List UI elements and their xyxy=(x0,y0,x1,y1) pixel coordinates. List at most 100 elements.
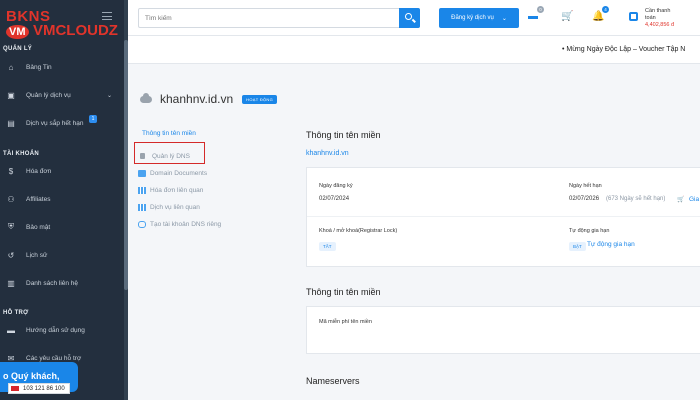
auto-renew-tag[interactable]: BẬT xyxy=(569,242,586,251)
menu-item-label: Tạo tài khoản DNS riêng xyxy=(150,220,222,228)
auto-renew-link[interactable]: Tự động gia hạn xyxy=(587,241,635,248)
watermark-badge: VM xyxy=(6,25,29,39)
exp-date-label: Ngày hết hạn xyxy=(569,183,602,189)
menu-item-dns-account[interactable]: Tạo tài khoản DNS riêng xyxy=(138,218,221,230)
sidebar-item-label: Danh sách liên hệ xyxy=(26,279,79,287)
hotline-number: 103 121 86 100 xyxy=(23,385,65,392)
sidebar-item-label: Quản lý dịch vụ xyxy=(26,91,71,99)
status-badge: HOẠT ĐỘNG xyxy=(242,94,278,104)
expiring-badge: 1 xyxy=(89,115,97,123)
messages-icon[interactable]: ▬ 0 xyxy=(527,6,544,23)
cloud-icon xyxy=(140,92,152,103)
sidebar-item-invoices[interactable]: $ Hóa đơn xyxy=(0,162,124,180)
sidebar-item-guide[interactable]: ▬ Hướng dẫn sử dụng xyxy=(0,321,124,339)
search-input[interactable] xyxy=(145,12,395,25)
auto-renew-label: Tự động gia hạn xyxy=(569,228,610,234)
services-grid-icon xyxy=(138,203,146,211)
nameservers-title: Nameservers xyxy=(306,376,360,386)
sidebar-item-label: Bảo mật xyxy=(26,223,51,231)
contacts-icon: ▥ xyxy=(7,278,15,288)
sidebar-item-history[interactable]: ↺ Lịch sử xyxy=(0,246,124,264)
domain-menu-title[interactable]: Thông tin tên miền xyxy=(142,130,196,137)
messages-badge: 0 xyxy=(537,6,544,13)
sidebar: BKNS VM VMCLOUDZ QUẢN LÝ ⌂ Bảng Tin ▣ Qu… xyxy=(0,0,128,400)
sidebar-item-contacts[interactable]: ▥ Danh sách liên hệ xyxy=(0,274,124,292)
domain-info-title: Thông tin tên miền xyxy=(306,130,381,140)
watermark-text: VMCLOUDZ xyxy=(32,22,118,39)
wallet-amount[interactable]: 4,402,856 đ xyxy=(645,22,674,28)
epp-card: Mã miễn phí tên miền xyxy=(306,306,700,354)
epp-label: Mã miễn phí tên miền xyxy=(319,319,372,325)
cart-icon[interactable]: 🛒 xyxy=(561,11,573,23)
dollar-icon: $ xyxy=(8,166,14,176)
wallet-icon[interactable] xyxy=(629,12,638,21)
services-icon: ▣ xyxy=(7,90,15,100)
exp-date-value: 02/07/2026 xyxy=(569,196,600,202)
chat-greeting: o Quý khách, xyxy=(3,371,60,381)
app-root: BKNS VM VMCLOUDZ QUẢN LÝ ⌂ Bảng Tin ▣ Qu… xyxy=(0,0,700,400)
cart-icon[interactable]: 🛒 xyxy=(677,196,684,203)
sidebar-item-label: Hướng dẫn sử dụng xyxy=(26,326,85,334)
folder-icon xyxy=(138,169,146,177)
section-label-manage: QUẢN LÝ xyxy=(3,46,33,52)
sidebar-item-affiliates[interactable]: ⚇ Affiliates xyxy=(0,190,124,208)
flag-icon xyxy=(11,386,19,391)
menu-item-invoices[interactable]: Hóa đơn liên quan xyxy=(138,184,203,196)
menu-item-documents[interactable]: Domain Documents xyxy=(138,167,207,179)
expiring-icon: ▤ xyxy=(7,118,15,128)
affiliates-icon: ⚇ xyxy=(7,194,15,204)
domain-name: khanhnv.id.vn xyxy=(160,92,234,106)
topbar: Đăng ký dịch vụ ⌄ ▬ 0 🛒 🔔 4 Cần thanh to… xyxy=(128,0,700,36)
epp-section-title: Thông tin tên miền xyxy=(306,287,381,297)
notifications-badge: 4 xyxy=(602,6,609,13)
sidebar-item-services[interactable]: ▣ Quản lý dịch vụ ⌄ xyxy=(0,86,124,104)
menu-toggle-icon[interactable] xyxy=(102,12,112,20)
menu-item-label: Hóa đơn liên quan xyxy=(150,186,204,194)
wallet-label-line-2: toán xyxy=(645,15,656,21)
chevron-down-icon: ⌄ xyxy=(501,15,507,22)
search-box xyxy=(138,8,420,28)
sidebar-item-label: Lịch sử xyxy=(26,251,48,259)
wallet-label: Cần thanh toán xyxy=(645,8,670,22)
register-service-label: Đăng ký dịch vụ xyxy=(451,15,494,21)
search-icon xyxy=(405,13,412,20)
sidebar-item-label: Dịch vụ sắp hết hạn xyxy=(26,119,84,127)
search-button[interactable] xyxy=(399,8,420,28)
menu-item-label: Dịch vụ liên quan xyxy=(150,203,200,211)
shield-icon: ⛨ xyxy=(8,222,14,231)
sidebar-item-label: Hóa đơn xyxy=(26,167,52,175)
invoice-icon xyxy=(138,186,146,194)
home-icon: ⌂ xyxy=(8,62,14,72)
card-divider xyxy=(307,216,700,217)
section-label-support: HỖ TRỢ xyxy=(3,310,29,316)
hotline[interactable]: 103 121 86 100 xyxy=(8,383,70,394)
lock-status-tag[interactable]: TẮT xyxy=(319,242,336,251)
bell-icon[interactable]: 🔔 4 xyxy=(592,6,609,23)
renew-link[interactable]: Gia xyxy=(689,196,699,203)
highlight-box xyxy=(134,142,205,164)
domain-info-card: Ngày đăng ký 02/07/2024 Ngày hết hạn 02/… xyxy=(306,167,700,267)
register-service-button[interactable]: Đăng ký dịch vụ ⌄ xyxy=(439,8,519,28)
link-icon xyxy=(138,220,146,228)
section-label-account: TÀI KHOẢN xyxy=(3,151,40,157)
guide-icon: ▬ xyxy=(7,325,15,335)
domain-link[interactable]: khanhnv.id.vn xyxy=(306,150,349,157)
sidebar-scrollbar-thumb[interactable] xyxy=(124,40,128,290)
sidebar-item-label: Các yêu cầu hỗ trợ xyxy=(26,354,82,362)
domain-header: khanhnv.id.vn HOẠT ĐỘNG xyxy=(140,92,278,106)
menu-item-services[interactable]: Dịch vụ liên quan xyxy=(138,201,200,213)
lock-label: Khoá / mở khoá(Registrar Lock) xyxy=(319,228,398,234)
watermark: VM VMCLOUDZ xyxy=(6,22,118,40)
wallet-label-line-1: Cần thanh xyxy=(645,8,671,14)
sidebar-item-expiring[interactable]: ▤ Dịch vụ sắp hết hạn 1 xyxy=(0,114,124,132)
reg-date-value: 02/07/2024 xyxy=(319,196,350,202)
announcement-text[interactable]: • Mừng Ngày Độc Lập – Voucher Tập N xyxy=(562,46,685,53)
history-icon: ↺ xyxy=(7,250,15,260)
reg-date-label: Ngày đăng ký xyxy=(319,183,353,189)
sidebar-item-dashboard[interactable]: ⌂ Bảng Tin xyxy=(0,58,124,76)
sidebar-item-security[interactable]: ⛨ Bảo mật xyxy=(0,218,124,236)
exp-days: (673 Ngày sẽ hết hạn) xyxy=(606,196,666,202)
logo[interactable]: BKNS VM VMCLOUDZ xyxy=(6,8,118,39)
chevron-down-icon: ⌄ xyxy=(106,92,112,99)
menu-item-label: Domain Documents xyxy=(150,169,208,177)
